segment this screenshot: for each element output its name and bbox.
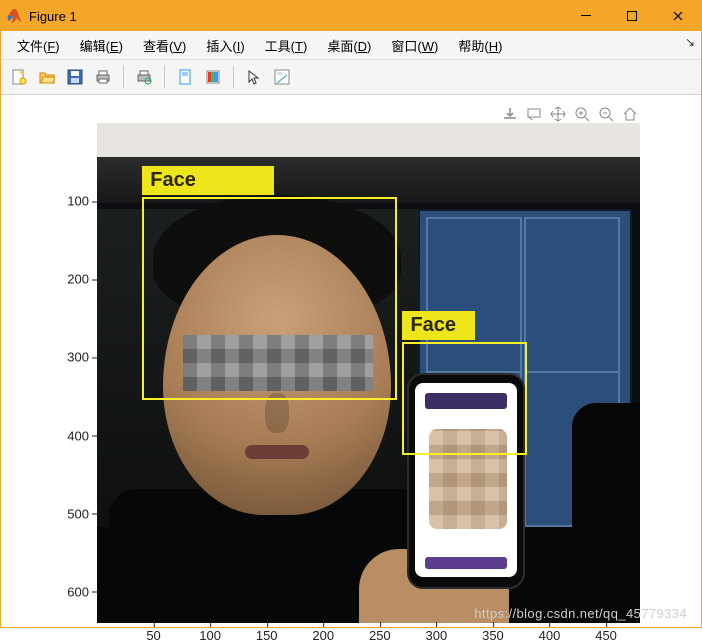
detection-label: Face (402, 311, 475, 340)
zoom-out-icon[interactable] (597, 105, 615, 123)
print-preview-icon (136, 69, 152, 85)
maximize-icon (627, 11, 637, 21)
detection-box (142, 197, 397, 400)
data-cursor-button[interactable] (270, 65, 294, 89)
brush-icon[interactable] (525, 105, 543, 123)
titlebar[interactable]: Figure 1 (1, 1, 701, 31)
export-icon[interactable] (501, 105, 519, 123)
save-icon (67, 69, 83, 85)
menu-overflow-icon[interactable]: ↘ (685, 35, 695, 49)
window-title: Figure 1 (29, 9, 563, 24)
x-tick-label: 200 (312, 628, 334, 643)
figure-window: Figure 1 文件(F) 编辑(E) 查看(V) 插入(I) 工具(T) 桌… (0, 0, 702, 628)
data-tip-icon (274, 69, 290, 85)
y-tick-label: 500 (49, 506, 89, 521)
open-button[interactable] (35, 65, 59, 89)
pan-icon[interactable] (549, 105, 567, 123)
menu-help[interactable]: 帮助(H) (448, 33, 512, 58)
x-tick-label: 250 (369, 628, 391, 643)
y-tick-label: 300 (49, 350, 89, 365)
figure-toolbar (1, 60, 701, 95)
x-tick-label: 100 (199, 628, 221, 643)
detection-box (402, 342, 526, 455)
edit-plot-button[interactable] (242, 65, 266, 89)
y-tick-label: 100 (49, 194, 89, 209)
x-tick-label: 50 (146, 628, 160, 643)
colorbar-icon (205, 69, 221, 85)
new-file-icon (11, 69, 27, 85)
menubar: 文件(F) 编辑(E) 查看(V) 插入(I) 工具(T) 桌面(D) 窗口(W… (1, 31, 701, 60)
home-icon[interactable] (621, 105, 639, 123)
link-axes-button[interactable] (173, 65, 197, 89)
print-preview-button[interactable] (132, 65, 156, 89)
menu-desktop[interactable]: 桌面(D) (317, 33, 381, 58)
menu-edit[interactable]: 编辑(E) (70, 33, 133, 58)
x-tick-label: 400 (539, 628, 561, 643)
minimize-button[interactable] (563, 1, 609, 31)
detection-label: Face (142, 166, 274, 195)
menu-file[interactable]: 文件(F) (7, 33, 70, 58)
y-tick-label: 600 (49, 584, 89, 599)
menu-insert[interactable]: 插入(I) (196, 33, 254, 58)
open-folder-icon (39, 69, 55, 85)
menu-tools[interactable]: 工具(T) (255, 33, 318, 58)
y-tick-label: 400 (49, 428, 89, 443)
print-icon (95, 69, 111, 85)
minimize-icon (581, 11, 591, 21)
toolbar-separator (233, 66, 234, 88)
axes-toolbar (501, 105, 639, 123)
print-button[interactable] (91, 65, 115, 89)
menu-window[interactable]: 窗口(W) (381, 33, 448, 58)
x-tick-label: 150 (256, 628, 278, 643)
save-button[interactable] (63, 65, 87, 89)
y-tick-label: 200 (49, 272, 89, 287)
toolbar-separator (123, 66, 124, 88)
close-button[interactable] (655, 1, 701, 31)
menu-view[interactable]: 查看(V) (133, 33, 196, 58)
cursor-icon (246, 69, 262, 85)
new-figure-button[interactable] (7, 65, 31, 89)
link-icon (177, 69, 193, 85)
matlab-logo-icon (7, 8, 23, 24)
figure-canvas: FaceFace 100200300400500600 501001502002… (1, 95, 701, 627)
x-tick-label: 350 (482, 628, 504, 643)
zoom-in-icon[interactable] (573, 105, 591, 123)
x-tick-label: 300 (426, 628, 448, 643)
maximize-button[interactable] (609, 1, 655, 31)
x-tick-label: 450 (595, 628, 617, 643)
insert-colorbar-button[interactable] (201, 65, 225, 89)
close-icon (673, 11, 683, 21)
axes[interactable]: FaceFace 100200300400500600 501001502002… (97, 123, 640, 623)
image-display[interactable]: Face Face (97, 123, 640, 623)
toolbar-separator (164, 66, 165, 88)
